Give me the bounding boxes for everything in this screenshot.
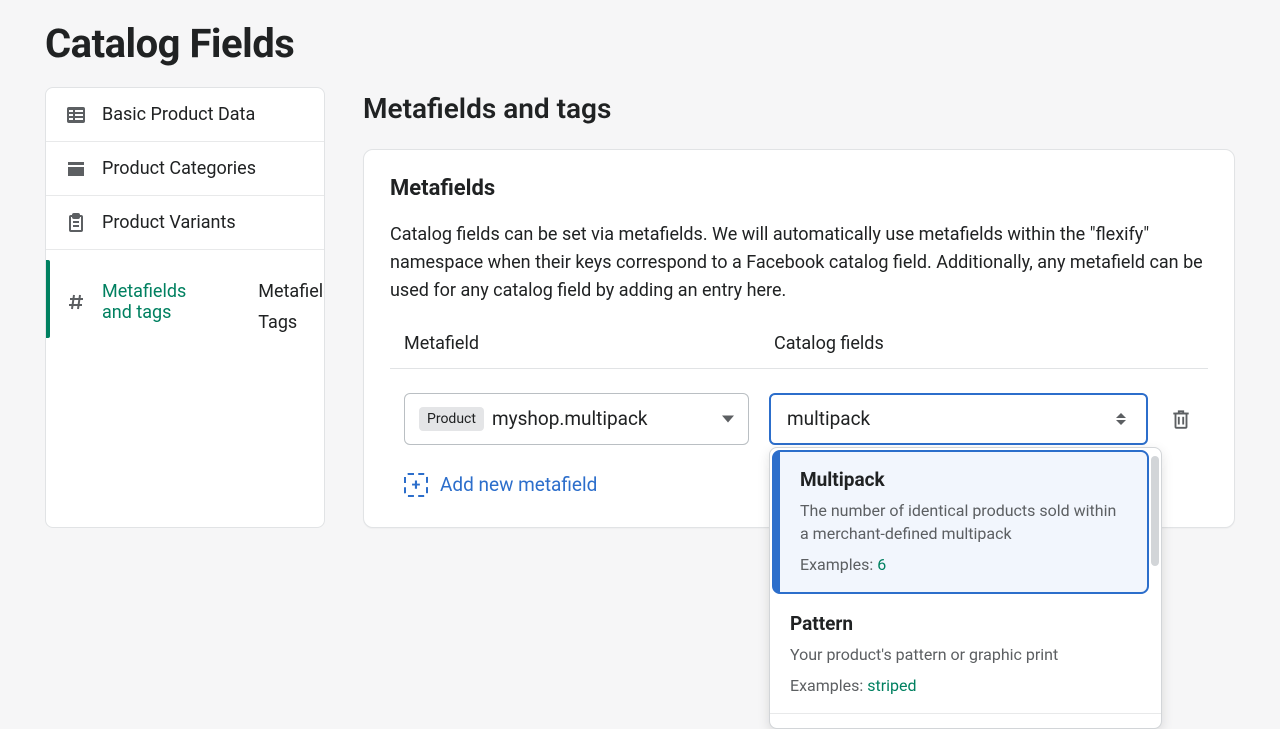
hash-icon xyxy=(66,292,86,312)
sidebar-item-label: Basic Product Data xyxy=(102,104,255,125)
dropdown-option-title: Pattern xyxy=(790,612,1141,635)
catalog-field-dropdown: Multipack The number of identical produc… xyxy=(769,447,1162,729)
table-header: Metafield Catalog fields xyxy=(390,333,1208,369)
column-header-metafield: Metafield xyxy=(404,333,774,354)
dropdown-option-examples: Examples: 6 xyxy=(800,555,1127,574)
scope-pill: Product xyxy=(419,407,484,431)
clipboard-icon xyxy=(66,213,86,233)
scrollbar[interactable] xyxy=(1151,456,1159,566)
dropdown-option-desc: Your product's pattern or graphic print xyxy=(790,643,1141,666)
list-icon xyxy=(66,105,86,125)
metafields-card: Metafields Catalog fields can be set via… xyxy=(363,149,1235,528)
column-header-catalog: Catalog fields xyxy=(774,333,1194,354)
catalog-field-select[interactable]: multipack xyxy=(769,393,1148,445)
dropdown-option-multipack[interactable]: Multipack The number of identical produc… xyxy=(772,450,1149,594)
sidebar-subitem-metafields[interactable]: Metafields xyxy=(258,276,325,307)
select-arrows-icon xyxy=(1116,413,1126,425)
stack-icon xyxy=(66,159,86,179)
section-title: Metafields and tags xyxy=(363,92,1235,125)
sidebar-item-product-variants[interactable]: Product Variants xyxy=(46,196,324,250)
main-content: Metafields and tags Metafields Catalog f… xyxy=(363,87,1235,528)
plus-dashed-icon: + xyxy=(404,473,428,497)
dropdown-option-pause[interactable]: Pause xyxy=(770,714,1161,727)
sidebar-item-metafields-tags[interactable]: Metafields and tags Metafields Tags xyxy=(46,250,324,348)
dropdown-option-desc: The number of identical products sold wi… xyxy=(800,499,1127,545)
metafield-value: myshop.multipack xyxy=(492,407,648,430)
sidebar-item-basic-product-data[interactable]: Basic Product Data xyxy=(46,88,324,142)
card-description: Catalog fields can be set via metafields… xyxy=(390,221,1208,305)
dropdown-option-title: Multipack xyxy=(800,468,1127,491)
delete-button[interactable] xyxy=(1168,406,1194,432)
sidebar: Basic Product Data Product Categories Pr… xyxy=(45,87,325,528)
add-metafield-label: Add new metafield xyxy=(440,473,597,496)
sidebar-item-label: Product Variants xyxy=(102,212,236,233)
table-row: Product myshop.multipack multipack xyxy=(390,393,1208,445)
sidebar-item-label: Metafields and tags xyxy=(102,281,186,323)
sidebar-item-label: Product Categories xyxy=(102,158,256,179)
chevron-down-icon xyxy=(722,415,734,422)
sidebar-item-product-categories[interactable]: Product Categories xyxy=(46,142,324,196)
card-title: Metafields xyxy=(390,176,1208,201)
dropdown-option-pattern[interactable]: Pattern Your product's pattern or graphi… xyxy=(770,596,1161,714)
page-title: Catalog Fields xyxy=(45,20,1235,67)
dropdown-option-examples: Examples: striped xyxy=(790,676,1141,695)
catalog-field-value: multipack xyxy=(787,407,870,430)
sidebar-subitem-tags[interactable]: Tags xyxy=(258,307,325,338)
metafield-select[interactable]: Product myshop.multipack xyxy=(404,393,749,445)
